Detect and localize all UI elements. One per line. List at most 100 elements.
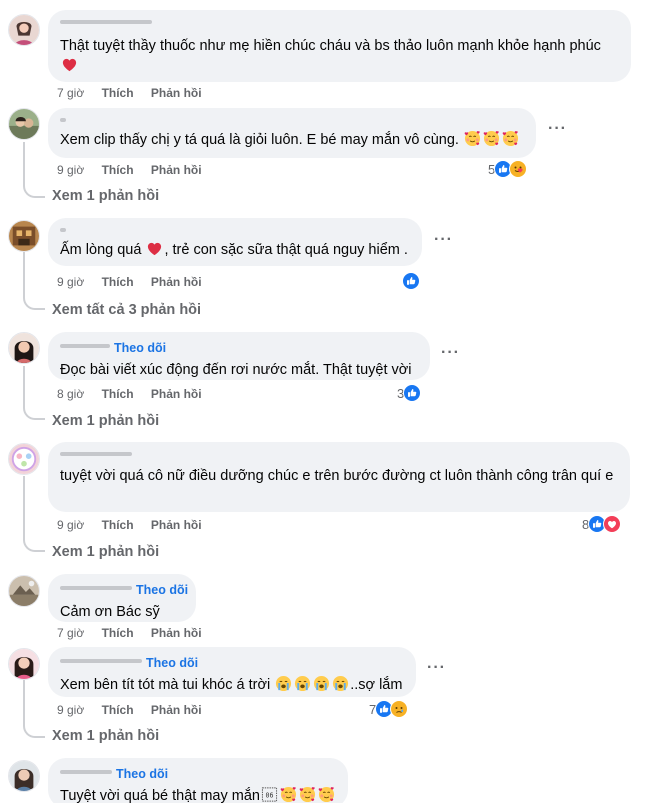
smiling-face-with-hearts-icon <box>318 786 335 803</box>
comment-bubble: Ấm lòng quá , trẻ con sặc sữa thật quá n… <box>48 218 422 266</box>
follow-button[interactable]: Theo dõi <box>136 583 188 597</box>
comment-text: Xem bên tít tót mà tui khóc á trời ..sợ … <box>60 675 403 693</box>
like-button[interactable]: Thích <box>102 275 134 289</box>
comment-actions: 9 giờ Thích Phản hồi <box>57 703 216 717</box>
thread-line <box>23 252 25 296</box>
comment-text: Xem clip thấy chị y tá quá là giỏi luôn.… <box>60 130 524 150</box>
reaction-summary[interactable]: 3 <box>397 383 421 403</box>
comment-bubble: Theo dõi Xem bên tít tót mà tui khóc á t… <box>48 647 416 697</box>
thread-line <box>23 184 45 198</box>
author-name[interactable] <box>60 116 524 128</box>
avatar[interactable] <box>8 648 40 680</box>
sad-icon <box>390 700 408 718</box>
comment-text: Thật tuyệt thầy thuốc như mẹ hiền chúc c… <box>60 36 619 76</box>
author-name[interactable] <box>60 18 619 30</box>
reply-button[interactable]: Phản hồi <box>151 163 202 177</box>
comment-time[interactable]: 8 giờ <box>57 387 84 401</box>
reply-button[interactable]: Phản hồi <box>151 275 202 289</box>
follow-button[interactable]: Theo dõi <box>116 767 168 781</box>
reaction-summary[interactable] <box>405 271 420 291</box>
comment-time[interactable]: 9 giờ <box>57 275 84 289</box>
author-name[interactable] <box>60 450 618 462</box>
more-options-icon[interactable]: ··· <box>548 121 570 138</box>
thread-line <box>23 366 25 406</box>
smiling-face-with-hearts-icon <box>483 130 500 147</box>
crying-face-icon <box>294 675 311 692</box>
comment-time[interactable]: 7 giờ <box>57 626 84 640</box>
comment-time[interactable]: 9 giờ <box>57 163 84 177</box>
thread-line <box>23 142 25 184</box>
reply-button[interactable]: Phản hồi <box>151 387 202 401</box>
comment-text: Tuyệt vời quá bé thật may mắn <box>60 786 336 803</box>
comment-time[interactable]: 7 giờ <box>57 86 84 100</box>
comment-bubble: tuyệt vời quá cô nữ điều dưỡng chúc e tr… <box>48 442 630 512</box>
like-button[interactable]: Thích <box>102 86 134 100</box>
smiling-face-with-hearts-icon <box>280 786 297 803</box>
like-button[interactable]: Thích <box>102 703 134 717</box>
comment-bubble: Theo dõi Cảm ơn Bác sỹ <box>48 574 196 622</box>
comment-bubble: Xem clip thấy chị y tá quá là giỏi luôn.… <box>48 108 536 158</box>
care-icon <box>509 160 527 178</box>
follow-button[interactable]: Theo dõi <box>114 341 166 355</box>
crying-face-icon <box>275 675 292 692</box>
thread-line <box>23 680 25 724</box>
view-replies-link[interactable]: Xem 1 phản hồi <box>52 544 159 560</box>
reaction-summary[interactable]: 8 <box>582 514 621 534</box>
avatar[interactable] <box>8 332 40 364</box>
smiling-face-with-hearts-icon <box>464 130 481 147</box>
like-button[interactable]: Thích <box>102 387 134 401</box>
reaction-summary[interactable]: 5 <box>488 159 527 179</box>
like-button[interactable]: Thích <box>102 163 134 177</box>
follow-button[interactable]: Theo dõi <box>146 656 198 670</box>
comment-time[interactable]: 9 giờ <box>57 518 84 532</box>
more-options-icon[interactable]: ··· <box>434 232 456 249</box>
avatar[interactable] <box>8 443 40 475</box>
smiling-face-with-hearts-icon <box>299 786 316 803</box>
view-replies-link[interactable]: Xem tất cả 3 phản hồi <box>52 302 201 318</box>
more-options-icon[interactable]: ··· <box>441 345 463 362</box>
view-replies-link[interactable]: Xem 1 phản hồi <box>52 728 159 744</box>
comment-actions: 9 giờ Thích Phản hồi <box>57 518 216 532</box>
comment-bubble: Theo dõi Tuyệt vời quá bé thật may mắn <box>48 758 348 803</box>
author-name[interactable]: Theo dõi <box>60 657 404 669</box>
like-button[interactable]: Thích <box>102 626 134 640</box>
view-replies-link[interactable]: Xem 1 phản hồi <box>52 413 159 429</box>
thread-line <box>23 476 25 538</box>
unknown-glyph-icon <box>261 786 278 803</box>
reply-button[interactable]: Phản hồi <box>151 703 202 717</box>
author-name[interactable]: Theo dõi <box>60 768 336 780</box>
avatar[interactable] <box>8 108 40 140</box>
author-name[interactable]: Theo dõi <box>60 342 418 354</box>
avatar[interactable] <box>8 14 40 46</box>
crying-face-icon <box>313 675 330 692</box>
smiling-face-with-hearts-icon <box>502 130 519 147</box>
thread-line <box>23 724 45 738</box>
reaction-summary[interactable]: 7 <box>369 699 408 719</box>
avatar[interactable] <box>8 760 40 792</box>
comment-text: Cảm ơn Bác sỹ <box>60 604 160 620</box>
crying-face-icon <box>332 675 349 692</box>
love-icon <box>603 515 621 533</box>
comment-actions: 7 giờ Thích Phản hồi <box>57 626 216 640</box>
reply-button[interactable]: Phản hồi <box>151 86 202 100</box>
reply-button[interactable]: Phản hồi <box>151 626 202 640</box>
author-name[interactable]: Theo dõi <box>60 584 188 596</box>
avatar[interactable] <box>8 575 40 607</box>
comment-actions: 8 giờ Thích Phản hồi <box>57 387 216 401</box>
avatar[interactable] <box>8 220 40 252</box>
view-replies-link[interactable]: Xem 1 phản hồi <box>52 188 159 204</box>
thread-line <box>23 296 45 310</box>
heart-emoji-icon <box>61 56 78 73</box>
heart-emoji-icon <box>146 240 163 257</box>
comment-bubble: Theo dõi Đọc bài viết xúc động đến rơi n… <box>48 332 430 380</box>
comment-text: Ấm lòng quá , trẻ con sặc sữa thật quá n… <box>60 240 408 258</box>
like-button[interactable]: Thích <box>102 518 134 532</box>
reply-button[interactable]: Phản hồi <box>151 518 202 532</box>
comment-time[interactable]: 9 giờ <box>57 703 84 717</box>
comment-bubble: Thật tuyệt thầy thuốc như mẹ hiền chúc c… <box>48 10 631 82</box>
more-options-icon[interactable]: ··· <box>427 660 449 677</box>
author-name[interactable] <box>60 226 410 238</box>
thread-line <box>23 406 45 420</box>
like-icon <box>402 272 420 290</box>
comment-text: Đọc bài viết xúc động đến rơi nước mắt. … <box>60 362 412 378</box>
